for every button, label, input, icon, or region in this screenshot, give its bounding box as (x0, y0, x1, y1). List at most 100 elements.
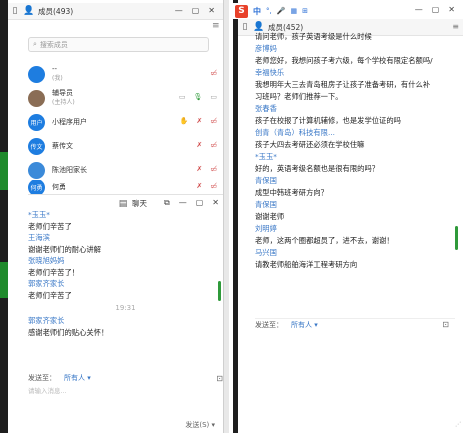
member-row[interactable]: -- (我) ▭̸ (28, 62, 223, 86)
menu-icon[interactable]: ≡ (452, 22, 459, 31)
message-text: 老师您好，我想问孩子考六级，每个学校有限定名额吗/ (255, 56, 433, 65)
minimize-icon[interactable]: — (415, 5, 423, 14)
send-to-label: 发送至： (255, 320, 283, 329)
sender-name: 郭家齐家长 (28, 279, 65, 288)
member-name: 陈池阳家长 (52, 165, 87, 174)
mic-off-icon[interactable]: ✗ (197, 117, 203, 125)
left-meeting-window: ▯ 👤 成员(493) — ▢ ✕ ≡ ⌕ 搜索成员 -- (我) ▭̸ 辅导员 (… (0, 0, 229, 433)
raise-hand-icon: ✋ (179, 117, 189, 125)
camera-off-icon[interactable]: ▭̸ (210, 117, 217, 125)
keyboard-icon[interactable]: ▦ (290, 7, 297, 15)
camera-off-icon[interactable]: ▭̸ (210, 141, 217, 149)
minimize-icon[interactable]: — (179, 198, 187, 208)
message-input[interactable] (255, 332, 455, 422)
sogou-logo-icon[interactable]: S (235, 4, 248, 18)
ime-language-toggle[interactable]: 中 (253, 6, 261, 17)
message-input[interactable]: 请输入消息... (28, 385, 67, 395)
sender-name: 创青（青岛）科技有限... (255, 128, 335, 137)
minimize-icon[interactable]: — (175, 6, 183, 15)
sender-name: 青保国 (255, 200, 277, 209)
camera-icon[interactable]: ▭ (210, 93, 217, 101)
menu-icon[interactable]: ≡ (212, 21, 220, 31)
chat-scrollbar[interactable] (455, 226, 458, 250)
member-role: (主持人) (52, 99, 75, 106)
punctuation-icon[interactable]: °, (266, 7, 272, 15)
video-strip (233, 0, 238, 433)
sender-name: 刘明婷 (255, 224, 277, 233)
message-text: 好的，英语考级名额也是很有限的吗？ (255, 164, 380, 173)
sender-name: 张晓旭妈妈 (28, 256, 65, 265)
screenshot-composite: ▯ 👤 成员(493) — ▢ ✕ ≡ ⌕ 搜索成员 -- (我) ▭̸ 辅导员 (… (0, 0, 463, 433)
close-icon[interactable]: ✕ (208, 6, 215, 15)
message-text: 老师，这两个圈都超员了，进不去，谢谢！ (255, 236, 394, 245)
sender-name: 彦博妈 (255, 44, 277, 53)
member-row[interactable]: 辅导员 (主持人) ▭ 🎙 ▭ (28, 86, 223, 110)
message-text: 孩子在校报了计算机辅修，也是发学位证的吗 (255, 116, 401, 125)
maximize-icon[interactable]: ▢ (432, 5, 440, 14)
avatar: 何勇 (28, 180, 45, 194)
member-row[interactable]: 用户 小程序用户 ✋ ✗ ▭̸ (28, 110, 223, 134)
message-text: 谢谢老师们的耐心讲解 (28, 244, 101, 254)
message-text: 老师们辛苦了！ (28, 267, 80, 277)
close-icon[interactable]: ✕ (448, 5, 455, 14)
chat-message-list: *玉玉* 老师们辛苦了 王海滨 谢谢老师们的耐心讲解 张晓旭妈妈 老师们辛苦了！… (28, 209, 223, 338)
send-button[interactable]: 发送(S) ▾ (185, 420, 215, 430)
member-name: 辅导员 (52, 89, 73, 97)
member-row[interactable]: 陈池阳家长 ✗ ▭̸ (28, 158, 223, 182)
screenshot-icon[interactable]: ⊡ (216, 374, 223, 383)
sidebar-toggle-icon[interactable]: ▯ (8, 4, 22, 18)
sender-name: 王海滨 (28, 233, 50, 242)
send-to-bar: 发送至： 所有人 ▾ ⊡ (28, 371, 223, 385)
maximize-icon[interactable]: ▢ (192, 6, 200, 15)
camera-off-icon[interactable]: ▭̸ (210, 69, 217, 77)
camera-off-icon[interactable]: ▭̸ (210, 165, 217, 173)
sender-name: 郭家齐家长 (28, 316, 65, 325)
sender-name: 青保国 (255, 176, 277, 185)
maximize-icon[interactable]: ▢ (196, 198, 204, 208)
message-text: 老师们辛苦了 (28, 290, 72, 300)
member-name: 何勇 (52, 182, 66, 191)
camera-off-icon[interactable]: ▭̸ (210, 182, 217, 190)
screen-share-icon: ▭ (178, 93, 186, 101)
resize-grip-icon[interactable]: ⋰ (455, 421, 461, 428)
mic-icon[interactable]: 🎙 (193, 93, 202, 101)
member-row[interactable]: 传文 蔡传文 ✗ ▭̸ (28, 134, 223, 158)
send-to-dropdown[interactable]: 所有人 ▾ (64, 373, 91, 383)
grid-icon[interactable]: ⊞ (302, 7, 308, 15)
message-text: 谢谢老师 (255, 212, 285, 221)
message-text: 老师们辛苦了 (28, 221, 72, 231)
chat-scrollbar[interactable] (218, 281, 221, 301)
members-title: 成员(493) (38, 6, 74, 16)
member-row[interactable]: 何勇 何勇 ✗ ▭̸ (28, 180, 223, 194)
chat-panel: ▤ 聊天 ⧉ — ▢ ✕ *玉玉* 老师们辛苦了 王海滨 谢谢老师们的耐心讲解 … (28, 194, 223, 433)
sender-name: 幸福快乐 (255, 68, 285, 77)
popout-icon[interactable]: ⧉ (164, 198, 170, 208)
sender-name: 马兴国 (255, 248, 277, 257)
member-name: 小程序用户 (52, 117, 87, 126)
right-meeting-window: S 中 °, 🎤 ▦ ⊞ ▯ 👤 成员(452) ≡ — ▢ ✕ 请问老师，孩子… (233, 0, 463, 433)
avatar: 传文 (28, 137, 45, 155)
message-text: 成型中韩班考研方向？ (255, 188, 328, 197)
mic-off-icon[interactable]: ✗ (197, 182, 203, 190)
message-timestamp: 19:31 (115, 304, 136, 312)
message-text: 习班吗？老师们推荐一下。 (255, 92, 343, 101)
chat-message-list: 请问老师，孩子英语考级是什么时候 彦博妈 老师您好，我想问孩子考六级，每个学校有… (255, 31, 455, 271)
members-icon: 👤 (23, 6, 35, 16)
message-text: 感谢老师们的贴心关怀！ (28, 327, 109, 337)
avatar (28, 89, 45, 107)
ime-toolbar: S 中 °, 🎤 ▦ ⊞ (233, 3, 308, 19)
close-icon[interactable]: ✕ (212, 198, 219, 208)
member-role: (我) (52, 75, 63, 82)
sidebar-toggle-icon[interactable]: ▯ (238, 20, 252, 34)
voice-icon[interactable]: 🎤 (277, 7, 286, 15)
video-strip (0, 0, 8, 433)
send-to-dropdown[interactable]: 所有人 ▾ (291, 320, 318, 330)
mic-off-icon[interactable]: ✗ (197, 141, 203, 149)
message-text: 请问老师，孩子英语考级是什么时候 (255, 32, 372, 41)
mic-off-icon[interactable]: ✗ (197, 165, 203, 173)
member-name: 蔡传文 (52, 141, 73, 150)
screenshot-icon[interactable]: ⊡ (442, 320, 449, 329)
avatar (28, 161, 45, 179)
sender-name: *玉玉* (28, 210, 50, 219)
member-search-input[interactable]: ⌕ 搜索成员 (28, 37, 209, 52)
